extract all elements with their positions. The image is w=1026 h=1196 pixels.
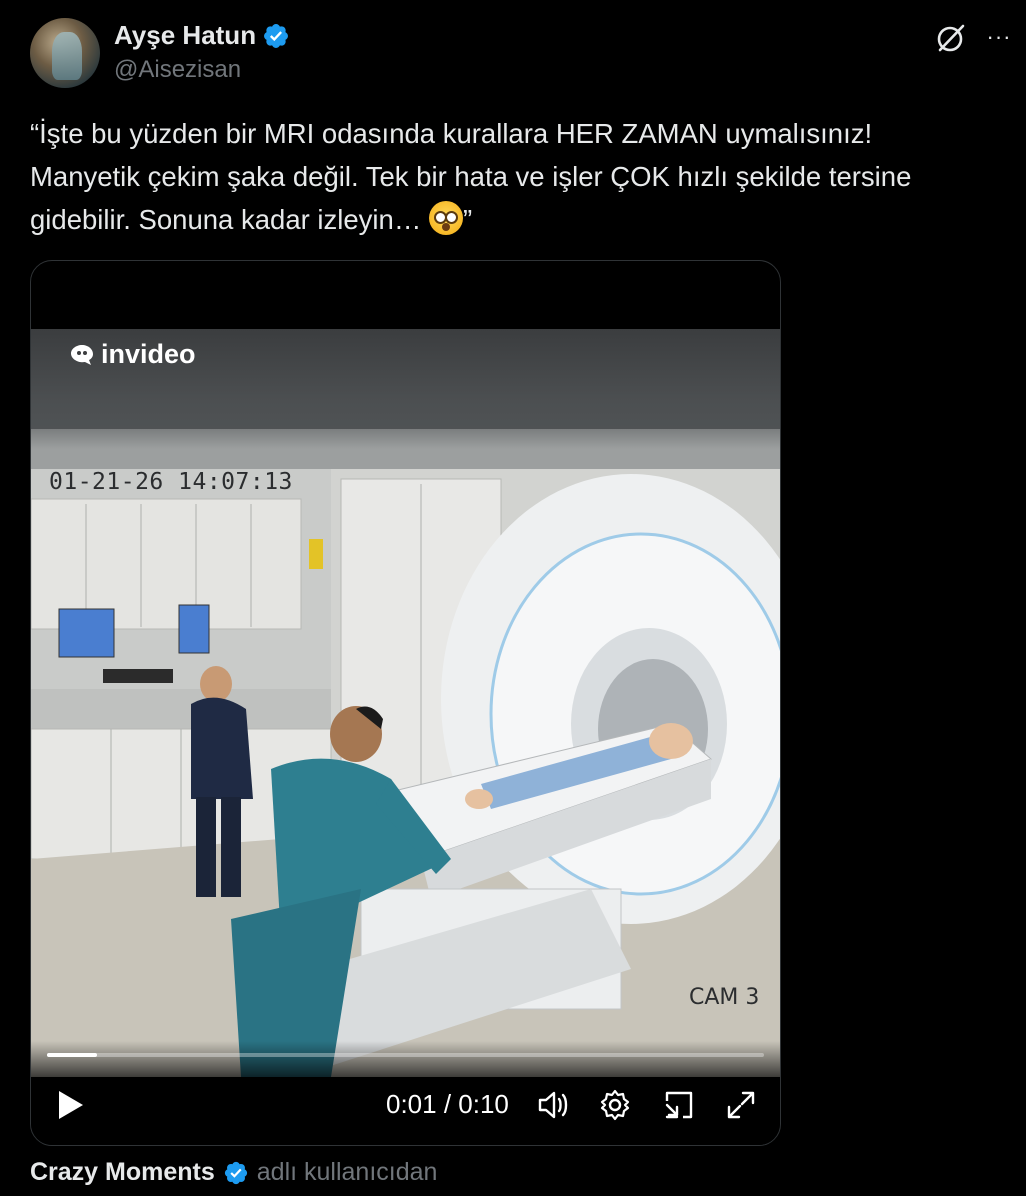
video-player[interactable]: invideo 01-21-26 14:07:13 CAM 3 0:01 / 0… bbox=[30, 260, 781, 1146]
tweet-closing-quote: ” bbox=[462, 204, 473, 235]
picture-in-picture-icon[interactable] bbox=[661, 1087, 697, 1123]
video-timestamp-overlay: 01-21-26 14:07:13 bbox=[49, 469, 293, 495]
fullscreen-icon[interactable] bbox=[723, 1087, 759, 1123]
tweet: Ayşe Hatun @Aisezisan ··· “İşte bu yüzde… bbox=[0, 0, 1026, 1196]
watermark-text: invideo bbox=[101, 339, 196, 369]
tweet-text-line-2: Manyetik çekim şaka değil. Tek bir hata … bbox=[30, 161, 912, 192]
camera-label-overlay: CAM 3 bbox=[689, 985, 760, 1010]
verified-badge-icon bbox=[224, 1161, 247, 1184]
author-name-row: Ayşe Hatun bbox=[114, 20, 290, 51]
progress-bar[interactable] bbox=[47, 1053, 764, 1057]
author-display-name[interactable]: Ayşe Hatun bbox=[114, 20, 256, 51]
video-controls: 0:01 / 0:10 bbox=[31, 1041, 780, 1145]
tweet-text-line-3: gidebilir. Sonuna kadar izleyin… bbox=[30, 204, 422, 235]
invideo-logo-icon bbox=[71, 344, 93, 365]
attribution-suffix: adlı kullanıcıdan bbox=[256, 1158, 438, 1186]
avatar[interactable] bbox=[30, 18, 100, 88]
more-horizontal-icon: ··· bbox=[986, 24, 1012, 49]
verified-badge-icon bbox=[264, 23, 289, 48]
play-icon[interactable] bbox=[53, 1085, 87, 1125]
attribution-name[interactable]: Crazy Moments bbox=[30, 1158, 215, 1187]
invideo-watermark: invideo bbox=[69, 339, 196, 370]
tweet-text-line-1: “İşte bu yüzden bir MRI odasında kuralla… bbox=[30, 118, 873, 149]
flushed-face-emoji-icon bbox=[428, 201, 463, 235]
volume-icon[interactable] bbox=[535, 1087, 571, 1123]
avatar-figure bbox=[52, 32, 82, 80]
grok-button[interactable] bbox=[932, 20, 968, 56]
settings-icon[interactable] bbox=[597, 1087, 633, 1123]
author-handle[interactable]: @Aisezisan bbox=[114, 56, 241, 84]
more-options-button[interactable]: ··· bbox=[982, 22, 1016, 52]
time-display: 0:01 / 0:10 bbox=[386, 1089, 509, 1119]
video-attribution: Crazy Moments adlı kullanıcıdan bbox=[30, 1158, 437, 1187]
grok-slash-circle-icon bbox=[937, 24, 965, 52]
progress-fill bbox=[47, 1053, 98, 1057]
tweet-text: “İşte bu yüzden bir MRI odasında kuralla… bbox=[30, 112, 1000, 241]
